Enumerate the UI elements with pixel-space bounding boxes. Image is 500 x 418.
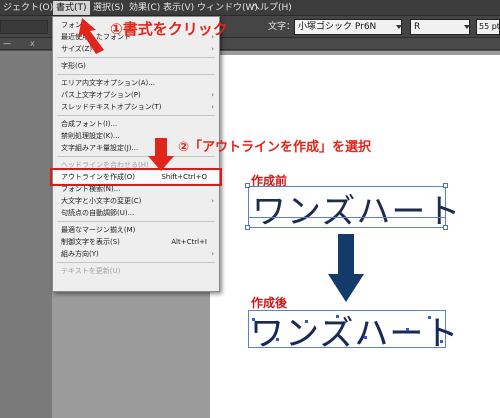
submenu-arrow-icon: › [211,197,214,205]
menu-item: ヘッドラインを合わせる(H) [53,159,219,171]
menu-item-label: アウトラインを作成(O) [61,173,135,181]
menu-item[interactable]: 句読点の自動調節(U)... [53,207,219,219]
anchor-point [305,320,308,323]
document-tab[interactable]: — [0,38,30,49]
menubar-item[interactable]: 選択(S) [90,1,127,15]
menu-item[interactable]: パス上文字オプション(P) › [53,89,219,101]
menu-item-label: 大文字と小文字の変更(C) [61,197,142,205]
submenu-arrow-icon: › [211,103,214,111]
menu-item-label: フォント検索(N)... [61,185,121,193]
control-bar-left-field[interactable] [0,20,48,34]
anchor-point [440,340,443,343]
menu-item-label: エリア内文字オプション(A)... [61,79,155,87]
menu-item-label: 合成フォント(I)... [61,120,118,128]
step1-annotation: ①書式をクリック [110,20,228,38]
menu-item-create-outlines[interactable]: アウトラインを作成(O) Shift+Ctrl+O [50,168,222,186]
selection-handle[interactable] [443,225,448,230]
menu-item-label: 最適なマージン揃え(M) [61,226,136,234]
menubar-item[interactable]: 表示(V) [160,1,197,15]
selection-handle[interactable] [245,225,250,230]
submenu-arrow-icon: › [211,250,214,258]
menu-item[interactable]: スレッドテキストオプション(T) › [53,101,219,113]
anchor-point [336,315,339,318]
menubar-item[interactable]: 書式(T) [53,1,90,15]
menubar-item[interactable]: ヘルプ(H) [248,1,295,15]
menu-item-label: スレッドテキストオプション(T) [61,103,162,111]
submenu-arrow-icon: › [211,91,214,99]
menu-item-shortcut: Alt+Ctrl+I [171,238,207,246]
menu-item[interactable]: 最適なマージン揃え(M) [53,224,219,236]
anchor-point [428,316,431,319]
before-text: ワンズハート [252,192,462,232]
menu-item-label: 制御文字を表示(S) [61,238,120,246]
menu-item-shortcut: Shift+Ctrl+O [161,173,207,181]
text-baseline [248,217,446,218]
menu-separator [57,156,215,157]
menu-item-label: 句読点の自動調節(U)... [61,209,135,217]
menu-item[interactable]: 大文字と小文字の変更(C) › [53,195,219,207]
chevron-down-icon [396,25,402,29]
after-outline-text: ワンズハート [250,314,460,354]
menu-item[interactable]: エリア内文字オプション(A)... [53,77,219,89]
chevron-down-icon [464,25,470,29]
font-size-field[interactable]: 55 pt [476,19,500,35]
font-family-dropdown[interactable]: 小塚ゴシック Pr6N [294,19,402,35]
selection-handle[interactable] [443,183,448,188]
anchor-point [276,338,279,341]
large-down-arrow-icon [328,234,364,302]
menu-separator [57,115,215,116]
menu-separator [57,57,215,58]
up-arrow-icon [78,18,104,54]
anchor-point [252,318,255,321]
anchor-point [406,328,409,331]
close-tab-icon[interactable]: x [30,38,40,49]
menu-item-label: 組み方向(Y) [61,250,99,258]
menu-item-label: 文字組みアキ量設定(J)... [61,144,139,152]
menu-item-label: 字形(G) [61,62,86,70]
menu-item-label: パス上文字オプション(P) [61,91,141,99]
menubar: ジェクト(O) 書式(T) 選択(S) 効果(C) 表示(V) ウィンドウ(W) ヘルプ(H… [0,0,500,16]
submenu-arrow-icon: › [211,45,214,53]
menu-item: テキストを更新(U) [53,265,219,277]
left-panel [0,51,52,418]
menu-item[interactable]: フォント検索(N)... [53,183,219,195]
font-style-dropdown[interactable]: R [410,19,470,35]
menu-item-label: テキストを更新(U) [61,267,121,275]
menu-item[interactable]: 字形(G) [53,60,219,72]
menubar-item[interactable]: ジェクト(O) [0,1,56,15]
menu-item[interactable]: 制御文字を表示(S) Alt+Ctrl+I [53,236,219,248]
down-arrow-icon [148,138,174,171]
font-label: 文字： [268,22,296,32]
step2-annotation: ②「アウトラインを作成」を選択 [178,140,372,155]
menu-separator [57,74,215,75]
menu-item-label: 禁則処理設定(K)... [61,132,120,140]
menu-item[interactable]: 組み方向(Y) › [53,248,219,260]
menu-separator [57,221,215,222]
menu-item[interactable]: 合成フォント(I)... [53,118,219,130]
menubar-item[interactable]: 効果(C) [126,1,163,15]
selection-handle[interactable] [245,183,250,188]
anchor-point [364,336,367,339]
menu-item-label: ヘッドラインを合わせる(H) [61,161,149,169]
menu-separator [57,262,215,263]
